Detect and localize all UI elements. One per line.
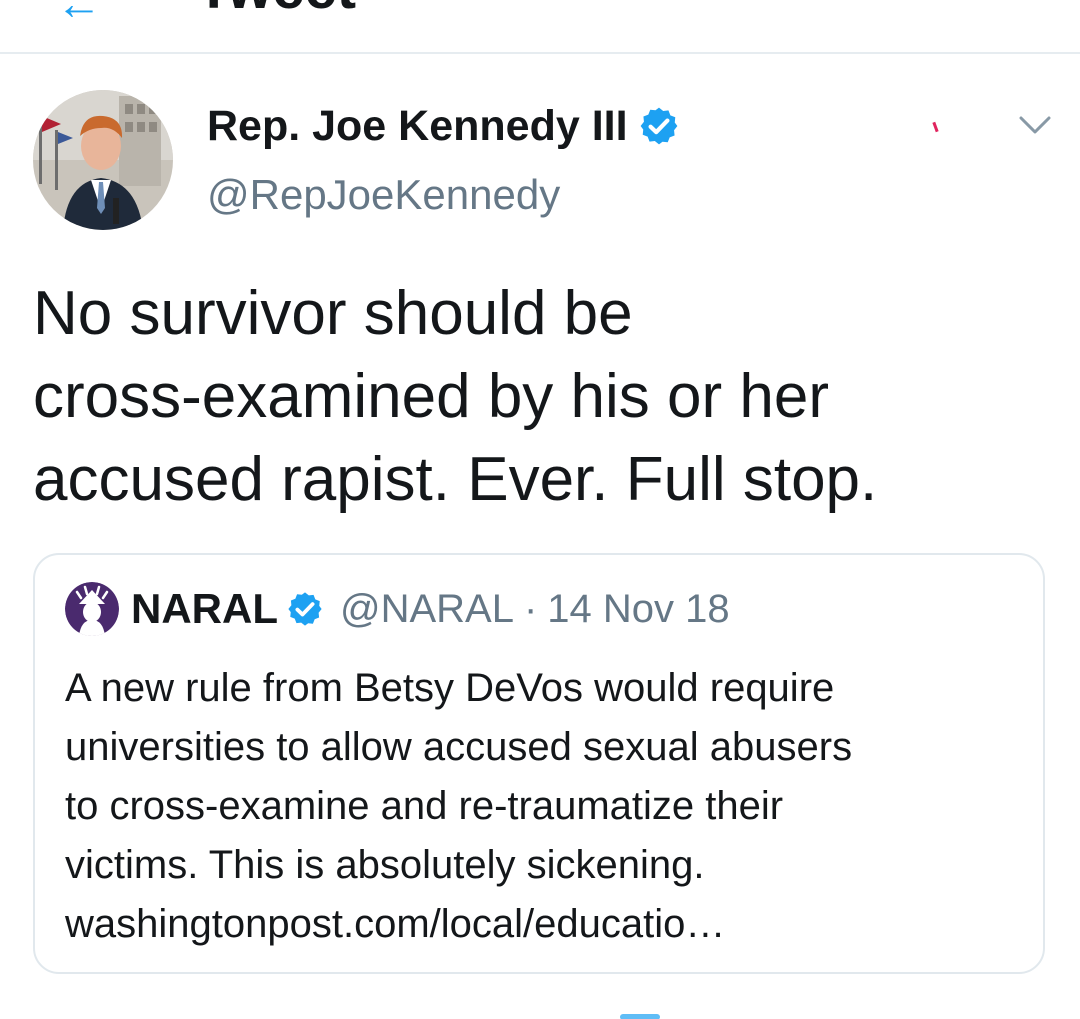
arrow-left-icon[interactable]: ← — [56, 0, 102, 26]
verified-badge-icon — [288, 592, 322, 626]
quoted-link[interactable]: washingtonpost.com/local/educatio… — [65, 895, 1025, 954]
separator-dot: · — [523, 587, 538, 631]
tweet-text: No survivor should be cross-examined by … — [33, 279, 878, 514]
quoted-tweet-header: NARAL @NARAL · 14 Nov 18 — [131, 583, 730, 635]
chevron-down-icon[interactable] — [1015, 110, 1055, 140]
quoted-text-line: universities to allow accused sexual abu… — [65, 725, 853, 769]
top-header: ← Tweet — [0, 0, 1080, 54]
quoted-author-handle[interactable]: @NARAL — [340, 583, 514, 635]
quoted-author-avatar[interactable] — [65, 582, 119, 636]
author-name-text: Rep. Joe Kennedy III — [207, 102, 628, 150]
tweet-detail-page: ← Tweet Rep. Joe Kennedy III — [0, 0, 1080, 1019]
quoted-text-line: victims. This is absolutely sickening. — [65, 843, 705, 887]
author-name[interactable]: Rep. Joe Kennedy III — [207, 100, 680, 152]
action-bar-partial — [0, 1012, 1080, 1019]
quoted-tweet-date[interactable]: 14 Nov 18 — [547, 583, 729, 635]
verified-badge-icon — [640, 107, 677, 145]
page-title: Tweet — [196, 0, 356, 18]
author-handle[interactable]: @RepJoeKennedy — [207, 170, 560, 220]
quoted-tweet-card[interactable]: NARAL @NARAL · 14 Nov 18 A new rule from… — [33, 553, 1045, 974]
quoted-author-name[interactable]: NARAL — [131, 583, 278, 635]
action-icon-partial — [620, 1014, 660, 1019]
quoted-tweet-text: A new rule from Betsy DeVos would requir… — [65, 659, 1025, 954]
notification-mark — [932, 121, 939, 133]
quoted-text-line: A new rule from Betsy DeVos would requir… — [65, 666, 835, 710]
quoted-text-line: to cross-examine and re-traumatize their — [65, 784, 784, 828]
author-avatar[interactable] — [33, 90, 173, 230]
